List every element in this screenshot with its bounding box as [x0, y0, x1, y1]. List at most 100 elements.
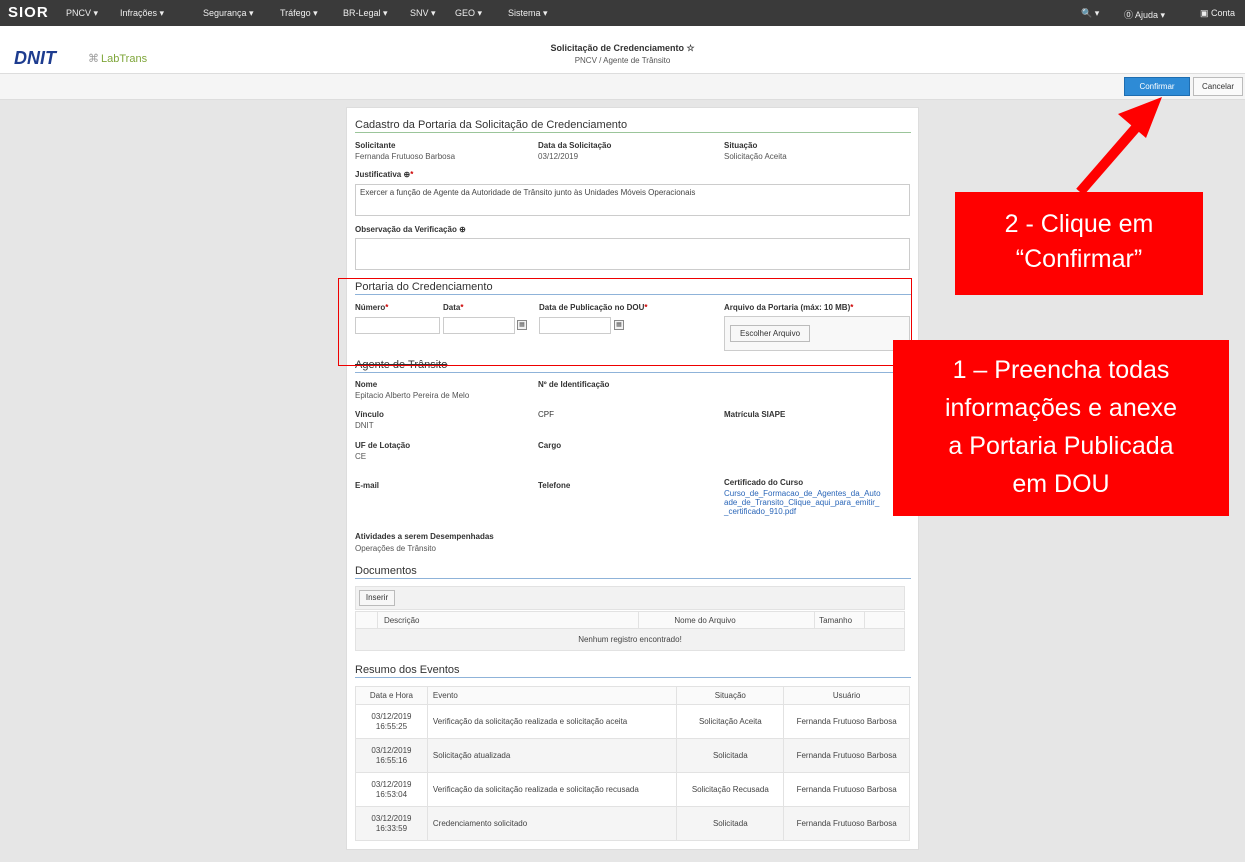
callout-line: informações e anexe: [944, 394, 1178, 422]
evento-usuario: Fernanda Frutuoso Barbosa: [783, 806, 910, 841]
evento-time: 16:53:04: [375, 789, 408, 799]
nav-pncv[interactable]: PNCV ▾: [66, 8, 98, 19]
certificado-label: Certificado do Curso: [724, 478, 804, 487]
callout-line: 2 - Clique em: [1004, 210, 1154, 238]
evento-situacao: Solicitação Recusada: [676, 772, 785, 807]
evento-situacao: Solicitada: [676, 806, 785, 841]
top-navbar: SIOR PNCV ▾ Infrações ▾ Segurança ▾ Tráf…: [0, 0, 1245, 26]
evento-date: 03/12/2019: [371, 779, 412, 789]
email-label: E-mail: [355, 481, 380, 490]
eventos-section-title: Resumo dos Eventos: [355, 664, 460, 676]
evento-date: 03/12/2019: [371, 711, 412, 721]
evento-date: 03/12/2019: [371, 813, 412, 823]
section-divider: [355, 677, 911, 678]
column-header-tamanho[interactable]: Tamanho: [814, 611, 866, 629]
uf-value: CE: [355, 452, 367, 461]
justificativa-label: Justificativa ⊕*: [355, 170, 413, 179]
documentos-table: Descrição Nome do Arquivo Tamanho Nenhum…: [355, 611, 905, 651]
sior-logo[interactable]: SIOR: [8, 4, 49, 21]
observacao-textarea[interactable]: [355, 238, 910, 270]
documentos-section-title: Documentos: [355, 565, 417, 577]
table-row[interactable]: 03/12/2019 16:55:16 Solicitação atualizad…: [355, 738, 910, 773]
column-header-usuario[interactable]: Usuário: [783, 686, 910, 705]
empty-message: Nenhum registro encontrado!: [355, 628, 905, 651]
section-divider: [355, 132, 911, 133]
callout-confirmar: 2 - Clique em “Confirmar”: [955, 192, 1203, 295]
certificado-link-line[interactable]: _certificado_910.pdf: [724, 507, 796, 516]
nav-trafego[interactable]: Tráfego ▾: [280, 8, 318, 19]
column-header-nome-arquivo[interactable]: Nome do Arquivo: [638, 611, 816, 629]
callout-preencha: 1 – Preencha todas informações e anexe a…: [893, 340, 1229, 516]
evento-situacao: Solicitada: [676, 738, 785, 773]
portaria-highlight-box: [338, 278, 912, 366]
search-icon[interactable]: 🔍 ▾: [1081, 8, 1099, 19]
uf-label: UF de Lotação: [355, 441, 411, 450]
callout-line: 1 – Preencha todas: [952, 356, 1170, 384]
table-row[interactable]: 03/12/2019 16:53:04 Verificação da solici…: [355, 772, 910, 807]
certificado-link-line[interactable]: Curso_de_Formacao_de_Agentes_da_Auto: [724, 489, 881, 498]
atividades-value: Operações de Trânsito: [355, 544, 436, 553]
actions-column-header: [864, 611, 905, 629]
action-toolbar: [0, 74, 1245, 100]
evento-situacao: Solicitação Aceita: [676, 704, 785, 739]
cadastro-section-title: Cadastro da Portaria da Solicitação de C…: [355, 119, 628, 131]
callout-line: em DOU: [1012, 470, 1110, 498]
certificado-link-line[interactable]: ade_de_Transito_Clique_aqui_para_emitir_: [724, 498, 879, 507]
justificativa-label-text: Justificativa: [355, 170, 402, 179]
identificacao-label: Nº de Identificação: [538, 380, 610, 389]
nav-snv[interactable]: SNV ▾: [410, 8, 436, 19]
data-solicitacao-label: Data da Solicitação: [538, 141, 612, 150]
evento-usuario: Fernanda Frutuoso Barbosa: [783, 738, 910, 773]
situacao-label: Situação: [724, 141, 758, 150]
justificativa-textarea[interactable]: Exercer a função de Agente da Autoridade…: [355, 184, 910, 216]
evento-datetime: 03/12/2019 16:33:59: [355, 806, 428, 841]
select-column-header: [355, 611, 378, 629]
help-menu[interactable]: ⓪ Ajuda ▾: [1124, 8, 1165, 21]
cargo-label: Cargo: [538, 441, 562, 450]
data-solicitacao-value: 03/12/2019: [538, 152, 579, 161]
nav-seguranca[interactable]: Segurança ▾: [203, 8, 254, 19]
evento-time: 16:55:25: [375, 721, 408, 731]
evento-datetime: 03/12/2019 16:55:16: [355, 738, 428, 773]
arrow-head: [1118, 97, 1162, 138]
page-title: Solicitação de Credenciamento ☆: [550, 43, 695, 53]
column-header-evento[interactable]: Evento: [426, 686, 678, 705]
vinculo-value: DNIT: [355, 421, 374, 430]
evento-time: 16:33:59: [375, 823, 408, 833]
evento-descricao: Verificação da solicitação realizada e s…: [426, 704, 678, 739]
nome-value: Epitacio Alberto Pereira de Melo: [355, 391, 470, 400]
column-header-descricao[interactable]: Descrição: [376, 611, 640, 629]
nav-infracoes[interactable]: Infrações ▾: [120, 8, 164, 19]
cancel-button[interactable]: Cancelar: [1193, 77, 1243, 96]
observacao-label-text: Observação da Verificação: [355, 225, 457, 234]
matricula-label: Matrícula SIAPE: [724, 410, 786, 419]
evento-usuario: Fernanda Frutuoso Barbosa: [783, 772, 910, 807]
evento-datetime: 03/12/2019 16:53:04: [355, 772, 428, 807]
evento-usuario: Fernanda Frutuoso Barbosa: [783, 704, 910, 739]
nav-br-legal[interactable]: BR-Legal ▾: [343, 8, 388, 19]
arrow-shaft: [1076, 119, 1144, 196]
evento-time: 16:55:16: [375, 755, 408, 765]
plus-circle-icon[interactable]: ⊕: [459, 225, 466, 234]
evento-datetime: 03/12/2019 16:55:25: [355, 704, 428, 739]
column-header-situacao[interactable]: Situação: [676, 686, 785, 705]
table-row[interactable]: 03/12/2019 16:33:59 Credenciamento solici…: [355, 806, 910, 841]
required-marker: *: [410, 170, 414, 179]
eventos-table: Data e Hora Evento Situação Usuário 03/1…: [355, 686, 910, 841]
evento-descricao: Credenciamento solicitado: [426, 806, 678, 841]
column-header-data-hora[interactable]: Data e Hora: [355, 686, 428, 705]
inserir-button[interactable]: Inserir: [359, 590, 395, 606]
nav-sistema[interactable]: Sistema ▾: [508, 8, 548, 19]
solicitante-label: Solicitante: [355, 141, 396, 150]
cpf-label: CPF: [538, 410, 554, 419]
confirm-button[interactable]: Confirmar: [1124, 77, 1190, 96]
table-row[interactable]: 03/12/2019 16:55:25 Verificação da solici…: [355, 704, 910, 739]
section-divider: [355, 372, 911, 373]
situacao-value: Solicitação Aceita: [724, 152, 787, 161]
account-menu[interactable]: ▣ Conta: [1200, 8, 1235, 19]
section-divider: [355, 578, 911, 579]
nav-geo[interactable]: GEO ▾: [455, 8, 482, 19]
form-panel: Cadastro da Portaria da Solicitação de C…: [346, 107, 919, 850]
page-header: DNIT ⌘ LabTrans Solicitação de Credenciam…: [0, 26, 1245, 74]
callout-line: a Portaria Publicada: [948, 432, 1174, 460]
